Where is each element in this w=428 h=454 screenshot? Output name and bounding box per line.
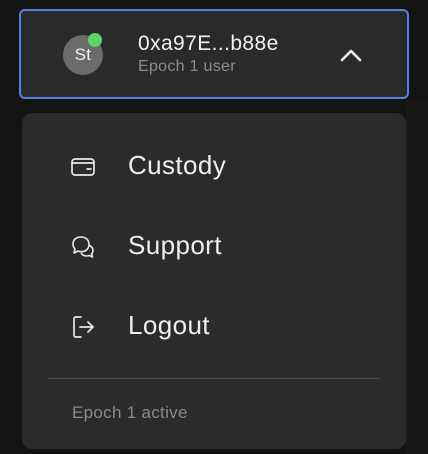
background-panel [406, 100, 428, 454]
menu-divider [48, 378, 380, 379]
chevron-up-icon[interactable] [336, 40, 366, 70]
menu-item-label: Support [128, 230, 222, 260]
menu-item-logout[interactable]: Logout [22, 295, 406, 355]
account-dropdown-button[interactable]: St 0xa97E...b88e Epoch 1 user [19, 9, 409, 99]
online-status-dot [88, 33, 102, 47]
menu-item-label: Custody [128, 150, 227, 180]
account-menu: Custody Support Logout Epoch 1 active [22, 113, 406, 449]
wallet-icon [71, 158, 95, 176]
chat-bubbles-icon [72, 236, 94, 258]
logout-icon [73, 316, 94, 338]
wallet-address: 0xa97E...b88e [138, 32, 279, 55]
menu-item-label: Logout [128, 310, 210, 340]
avatar-initials: St [74, 45, 92, 64]
epoch-status-text: Epoch 1 active [72, 403, 188, 422]
page: St 0xa97E...b88e Epoch 1 user Custody Su… [0, 0, 428, 454]
menu-item-support[interactable]: Support [22, 215, 406, 275]
account-subtitle: Epoch 1 user [138, 58, 236, 75]
menu-item-custody[interactable]: Custody [22, 135, 406, 195]
